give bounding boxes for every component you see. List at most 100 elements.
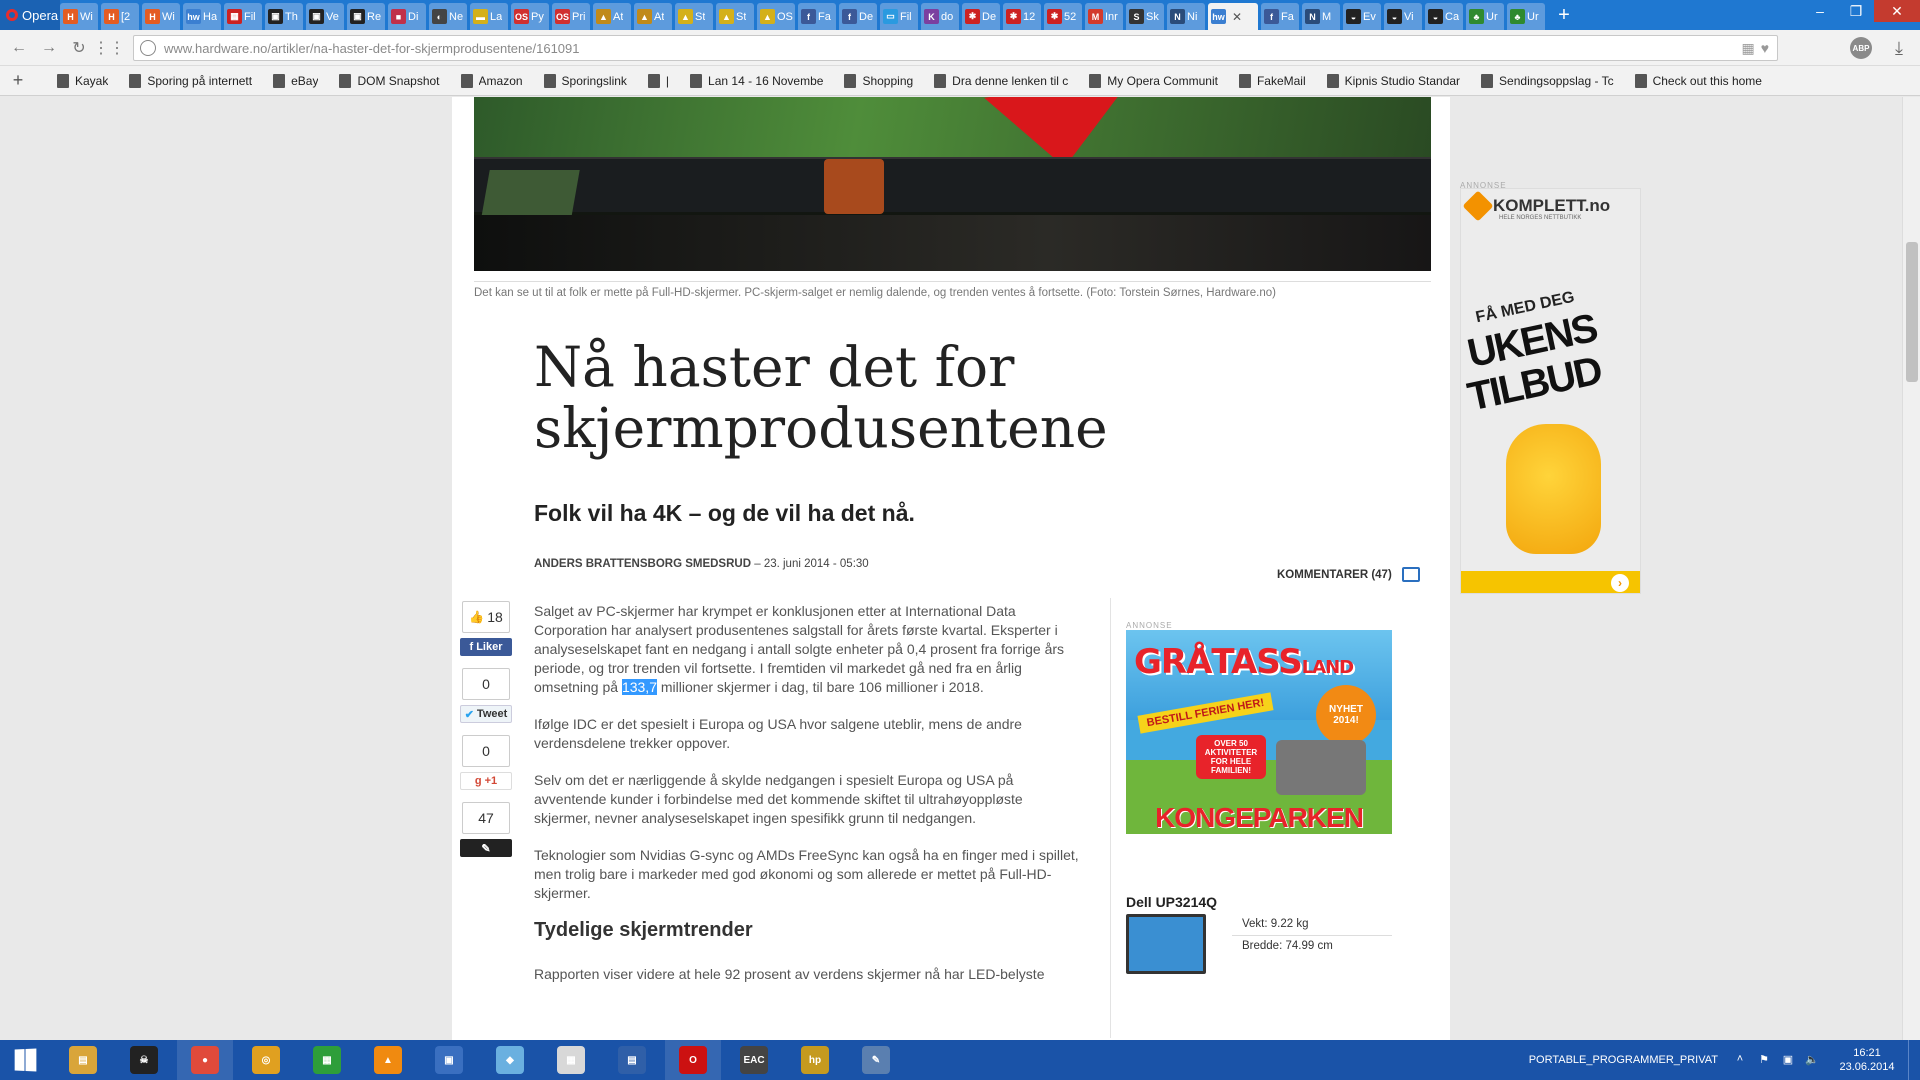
back-button[interactable]: ← xyxy=(4,33,34,63)
close-tab-icon[interactable]: ✕ xyxy=(1232,10,1242,24)
adblock-icon[interactable]: ABP xyxy=(1850,37,1872,59)
tab[interactable]: ♣ Ur xyxy=(1466,3,1504,30)
bookmark-item[interactable]: Check out this home xyxy=(1634,73,1762,88)
tab[interactable]: H [2 xyxy=(101,3,139,30)
bookmark-item[interactable]: Amazon xyxy=(460,73,523,88)
reload-button[interactable]: ↻ xyxy=(64,33,94,63)
tab[interactable]: ▦ Fil xyxy=(224,3,262,30)
taskbar-app[interactable]: ▦ xyxy=(543,1040,599,1080)
taskbar-app[interactable]: ☠ xyxy=(116,1040,172,1080)
bookmark-item[interactable]: FakeMail xyxy=(1238,73,1306,88)
tab[interactable]: ▲ St xyxy=(716,3,754,30)
tab[interactable]: ▲ St xyxy=(675,3,713,30)
tab[interactable]: ✱ De xyxy=(962,3,1000,30)
new-tab-button[interactable]: + xyxy=(1552,0,1576,30)
bookmark-item[interactable]: | xyxy=(647,73,669,88)
minimize-button[interactable]: – xyxy=(1802,0,1838,22)
opera-menu-button[interactable]: Opera xyxy=(0,0,60,30)
tab[interactable]: Kdo xyxy=(921,3,959,30)
vertical-scrollbar[interactable] xyxy=(1902,97,1920,1040)
print-icon[interactable] xyxy=(1401,567,1420,582)
bookmark-item[interactable]: Sporingslink xyxy=(543,73,627,88)
taskbar-app[interactable]: ● xyxy=(177,1040,233,1080)
tab[interactable]: f Fa xyxy=(798,3,836,30)
comments-link[interactable]: KOMMENTARER (47) xyxy=(1277,567,1420,582)
tab[interactable]: ▣ Th xyxy=(265,3,303,30)
bookmark-item[interactable]: Kipnis Studio Standar xyxy=(1326,73,1460,88)
tab[interactable]: S Sk xyxy=(1126,3,1164,30)
bookmark-item[interactable]: eBay xyxy=(273,73,318,88)
forward-button[interactable]: → xyxy=(34,33,64,63)
add-bookmark-button[interactable]: + xyxy=(0,70,36,91)
download-icon[interactable]: ⤓ xyxy=(1886,35,1912,61)
taskbar-app[interactable]: ▣ xyxy=(421,1040,477,1080)
tab[interactable]: hw Ha xyxy=(183,3,221,30)
tab[interactable]: OS Py xyxy=(511,3,549,30)
tab[interactable]: ■ Di xyxy=(388,3,426,30)
tray-label[interactable]: PORTABLE_PROGRAMMER_PRIVAT xyxy=(1529,1054,1718,1066)
product-image[interactable] xyxy=(1126,914,1206,974)
gratass-ad[interactable]: GRÅTASSLAND BESTILL FERIEN HER! NYHET 201… xyxy=(1126,630,1392,834)
bookmark-item[interactable]: Sporing på internett xyxy=(129,73,252,88)
tab[interactable]: OS Pri xyxy=(552,3,590,30)
product-title[interactable]: Dell UP3214Q xyxy=(1126,894,1217,910)
tab[interactable]: ◐ Ne xyxy=(429,3,467,30)
bookmark-item[interactable]: Sendingsoppslag - Tc xyxy=(1481,73,1614,88)
bookmark-item[interactable]: Dra denne lenken til c xyxy=(934,73,1068,88)
taskbar-app[interactable]: ◆ xyxy=(482,1040,538,1080)
tab[interactable]: ◒ Ca xyxy=(1425,3,1463,30)
tweet-button[interactable]: ✔ Tweet xyxy=(460,705,512,723)
tab[interactable]: N Ni xyxy=(1167,3,1205,30)
tab[interactable]: ▣ Ve xyxy=(306,3,344,30)
taskbar-app[interactable]: hp xyxy=(787,1040,843,1080)
taskbar-app[interactable]: ◎ xyxy=(238,1040,294,1080)
expand-tray-icon[interactable]: ˄ xyxy=(1732,1053,1748,1067)
taskbar-app[interactable]: ▤ xyxy=(55,1040,111,1080)
tab[interactable]: M Inr xyxy=(1085,3,1123,30)
tiles-icon[interactable]: ▦ xyxy=(1741,40,1754,57)
gplus-button[interactable]: g +1 xyxy=(460,772,512,790)
bookmark-item[interactable]: Lan 14 - 16 Novembe xyxy=(690,73,823,88)
start-button[interactable] xyxy=(0,1040,50,1080)
tab[interactable]: ✱ 12 xyxy=(1003,3,1041,30)
volume-icon[interactable]: 🔈 xyxy=(1804,1053,1820,1067)
tab[interactable]: ▣ Re xyxy=(347,3,385,30)
tab[interactable]: ◒ Vi xyxy=(1384,3,1422,30)
tab[interactable]: f Fa xyxy=(1261,3,1299,30)
address-field[interactable]: www.hardware.no/artikler/na-haster-det-f… xyxy=(133,35,1778,61)
tab[interactable]: ▲ OS xyxy=(757,3,795,30)
close-window-button[interactable]: ✕ xyxy=(1874,0,1920,22)
bookmark-item[interactable]: Kayak xyxy=(57,73,108,88)
tab[interactable]: ✱ 52 xyxy=(1044,3,1082,30)
tab[interactable]: ▲ At xyxy=(634,3,672,30)
author-name[interactable]: ANDERS BRATTENSBORG SMEDSRUD xyxy=(534,558,751,570)
taskbar-app[interactable]: O xyxy=(665,1040,721,1080)
taskbar-app[interactable]: ▤ xyxy=(604,1040,660,1080)
comment-button[interactable]: ✎ xyxy=(460,839,512,857)
komplett-ad[interactable]: KOMPLETT.no HELE NORGES NETTBUTIKK FÅ ME… xyxy=(1460,188,1641,594)
tab-active[interactable]: hw ✕ xyxy=(1208,3,1258,30)
tab[interactable]: f De xyxy=(839,3,877,30)
arrow-right-icon[interactable]: › xyxy=(1611,574,1629,592)
bookmark-item[interactable]: My Opera Communit xyxy=(1089,73,1218,88)
tab[interactable]: H Wi xyxy=(142,3,180,30)
bookmark-item[interactable]: Shopping xyxy=(844,73,913,88)
bookmark-item[interactable]: DOM Snapshot xyxy=(339,73,440,88)
taskbar-app[interactable]: ✎ xyxy=(848,1040,904,1080)
tab[interactable]: NM xyxy=(1302,3,1340,30)
fb-like-button[interactable]: f Liker xyxy=(460,638,512,656)
site-info-icon[interactable] xyxy=(140,40,156,56)
scrollbar-thumb[interactable] xyxy=(1906,242,1918,382)
tab[interactable]: ▲ At xyxy=(593,3,631,30)
tab[interactable]: ▬ La xyxy=(470,3,508,30)
tab[interactable]: ◒ Ev xyxy=(1343,3,1381,30)
bookmark-heart-icon[interactable]: ♥ xyxy=(1761,40,1769,57)
taskbar-app[interactable]: ▲ xyxy=(360,1040,416,1080)
taskbar-app[interactable]: EAC xyxy=(726,1040,782,1080)
tab[interactable]: ♣ Ur xyxy=(1507,3,1545,30)
speed-dial-button[interactable]: ⋮⋮ xyxy=(93,33,125,63)
maximize-button[interactable]: ❐ xyxy=(1838,0,1874,22)
tab[interactable]: ▭ Fil xyxy=(880,3,918,30)
flag-icon[interactable]: ⚑ xyxy=(1756,1053,1772,1067)
taskbar-app[interactable]: ▦ xyxy=(299,1040,355,1080)
